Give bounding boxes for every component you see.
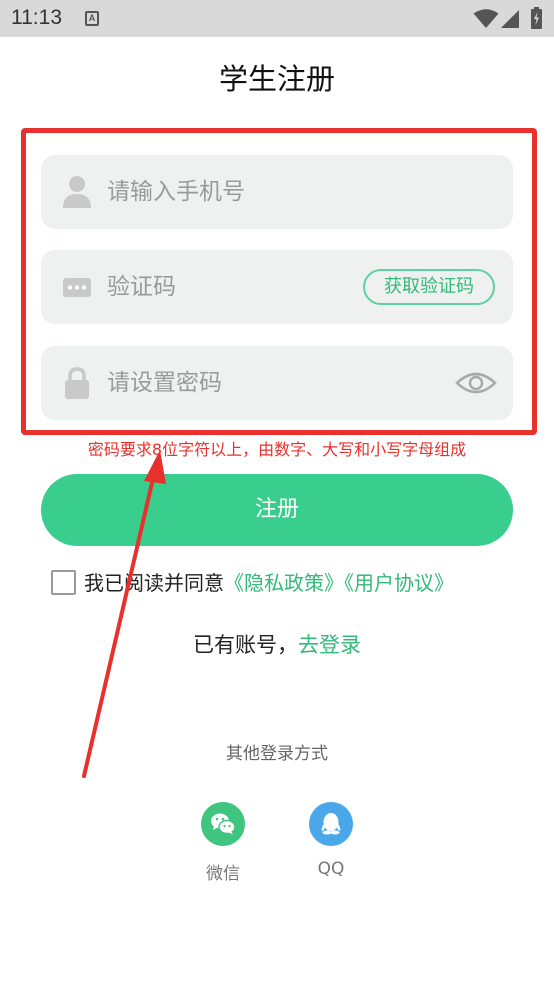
signal-icon — [501, 10, 519, 28]
agreement-text-line: 我已阅读并同意《隐私政策》《用户协议》 — [84, 568, 454, 598]
user-icon — [63, 176, 91, 208]
have-account-text: 已有账号， — [193, 633, 298, 657]
verification-code-field[interactable]: 验证码 获取验证码 — [41, 250, 513, 324]
phone-input[interactable]: 请输入手机号 — [107, 155, 245, 229]
login-row: 已有账号，去登录 — [0, 629, 554, 659]
other-login-title: 其他登录方式 — [226, 744, 328, 764]
eye-icon[interactable] — [455, 368, 497, 398]
qq-icon[interactable] — [309, 802, 353, 846]
battery-icon — [531, 7, 542, 29]
wifi-icon — [473, 9, 499, 28]
agreement-text: 我已阅读并同意 — [84, 571, 224, 595]
qq-label: QQ — [317, 859, 345, 879]
password-hint: 密码要求8位字符以上，由数字、大写和小写字母组成 — [87, 440, 467, 459]
password-input[interactable]: 请设置密码 — [107, 346, 222, 420]
lock-icon — [65, 367, 89, 399]
notification-icon: A — [85, 11, 99, 26]
wechat-label: 微信 — [206, 864, 240, 884]
go-login-link[interactable]: 去登录 — [298, 633, 361, 657]
verification-code-input[interactable]: 验证码 — [107, 250, 176, 324]
wechat-icon[interactable] — [201, 802, 245, 846]
phone-field[interactable]: 请输入手机号 — [41, 155, 513, 229]
register-button[interactable]: 注册 — [41, 474, 513, 546]
page-title: 学生注册 — [218, 62, 335, 96]
sms-code-icon — [63, 278, 91, 297]
password-field[interactable]: 请设置密码 — [41, 346, 513, 420]
wechat-login-option[interactable]: 微信 — [183, 802, 263, 884]
status-time: 11:13 — [11, 6, 62, 29]
get-code-button[interactable]: 获取验证码 — [363, 269, 495, 305]
qq-login-option[interactable]: QQ — [291, 802, 371, 879]
agreement-checkbox[interactable] — [51, 570, 76, 595]
user-agreement-link[interactable]: 《用户协议》 — [344, 571, 454, 595]
status-bar: 11:13 A — [0, 0, 554, 37]
privacy-policy-link[interactable]: 《隐私政策》 — [224, 571, 344, 595]
